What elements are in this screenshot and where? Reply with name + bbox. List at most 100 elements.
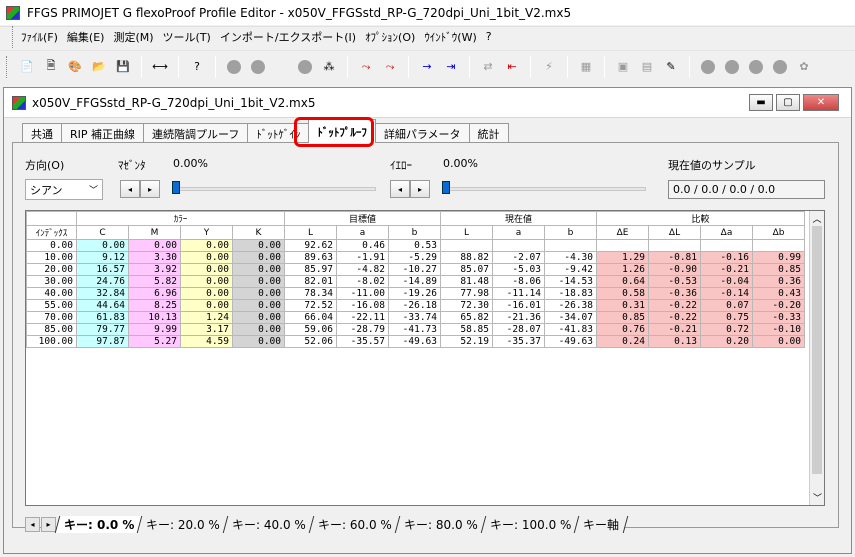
table-cell[interactable]: 6.96 — [128, 287, 181, 300]
table-cell[interactable]: -16.08 — [336, 299, 389, 312]
magenta-spinner[interactable]: ◂ ▸ — [120, 180, 160, 198]
table-cell[interactable]: 0.07 — [700, 299, 753, 312]
table-cell[interactable]: 0.85 — [752, 263, 805, 276]
sheet-tab[interactable]: キー: 100.0 % — [480, 515, 581, 533]
table-cell[interactable]: 0.72 — [700, 323, 753, 336]
table-cell[interactable]: 0.20 — [700, 335, 753, 348]
yellow-slider[interactable] — [443, 187, 646, 191]
menu-item[interactable]: ｳｲﾝﾄﾞｳ(W) — [424, 29, 476, 45]
table-cell[interactable]: 0.00 — [180, 299, 233, 312]
table-cell[interactable]: 89.63 — [284, 251, 337, 264]
table-cell[interactable] — [752, 239, 805, 252]
table-cell[interactable]: 0.00 — [232, 323, 285, 336]
table-cell[interactable]: -14.89 — [388, 275, 441, 288]
table-cell[interactable]: 0.53 — [388, 239, 441, 252]
table-cell[interactable]: 0.00 — [232, 311, 285, 324]
table-cell[interactable]: 0.00 — [232, 251, 285, 264]
menu-item[interactable]: 測定(M) — [113, 29, 153, 45]
new-profile-icon[interactable]: 🗎 — [42, 58, 60, 76]
sheet-tab[interactable]: キー: 40.0 % — [222, 515, 316, 533]
table-cell[interactable]: 52.06 — [284, 335, 337, 348]
magenta-slider[interactable] — [173, 187, 376, 191]
sheet-tab[interactable]: キー: 0.0 % — [54, 515, 144, 533]
import-icon[interactable]: → — [418, 58, 436, 76]
table-cell[interactable]: 0.43 — [752, 287, 805, 300]
menu-item[interactable]: ﾌｧｲﾙ(F) — [21, 29, 58, 45]
table-cell[interactable]: 0.00 — [232, 299, 285, 312]
table-cell[interactable]: 0.85 — [596, 311, 649, 324]
dot-icon[interactable] — [699, 58, 717, 76]
row-index-cell[interactable]: 85.00 — [26, 323, 77, 336]
table-cell[interactable]: -49.63 — [544, 335, 597, 348]
table-cell[interactable]: 0.00 — [180, 263, 233, 276]
table-cell[interactable] — [544, 239, 597, 252]
table-cell[interactable]: -19.26 — [388, 287, 441, 300]
table-cell[interactable] — [596, 239, 649, 252]
grid-icon[interactable]: ▦ — [577, 58, 595, 76]
table-cell[interactable]: -16.01 — [492, 299, 545, 312]
table-cell[interactable]: -0.21 — [700, 263, 753, 276]
table-cell[interactable]: 0.13 — [648, 335, 701, 348]
table-cell[interactable]: 0.76 — [596, 323, 649, 336]
table-cell[interactable]: -26.18 — [388, 299, 441, 312]
table-cell[interactable]: 9.99 — [128, 323, 181, 336]
vertical-scrollbar[interactable]: ︿ ﹀ — [809, 211, 824, 505]
table-cell[interactable]: -0.21 — [648, 323, 701, 336]
scroll-down-icon[interactable]: ﹀ — [810, 490, 824, 505]
column-header[interactable]: M — [128, 225, 181, 240]
table-cell[interactable] — [648, 239, 701, 252]
table-cell[interactable]: -18.83 — [544, 287, 597, 300]
table-cell[interactable]: 0.00 — [180, 287, 233, 300]
table-cell[interactable]: 44.64 — [76, 299, 129, 312]
swap-icon[interactable]: ⇄ — [479, 58, 497, 76]
table-cell[interactable]: -41.73 — [388, 323, 441, 336]
edit-icon[interactable]: ✎ — [662, 58, 680, 76]
table-cell[interactable]: 5.82 — [128, 275, 181, 288]
table-cell[interactable]: -0.33 — [752, 311, 805, 324]
column-header[interactable]: ΔL — [648, 225, 701, 240]
tab-5[interactable]: 詳細パラメータ — [374, 123, 470, 143]
table-cell[interactable]: -28.79 — [336, 323, 389, 336]
table-cell[interactable]: 0.00 — [232, 239, 285, 252]
sheet-next-icon[interactable]: ▸ — [41, 516, 56, 532]
save-icon[interactable]: 💾 — [114, 58, 132, 76]
table-cell[interactable]: -0.20 — [752, 299, 805, 312]
table-cell[interactable]: 79.77 — [76, 323, 129, 336]
minimize-button[interactable]: ▬ — [749, 94, 773, 111]
table-cell[interactable]: 1.24 — [180, 311, 233, 324]
export-icon[interactable]: ⇥ — [442, 58, 460, 76]
row-index-cell[interactable]: 40.00 — [26, 287, 77, 300]
column-header[interactable]: ｲﾝﾃﾞｯｸｽ — [26, 225, 77, 240]
row-index-cell[interactable]: 100.00 — [26, 335, 77, 348]
data-grid[interactable]: ｶﾗｰ 目標値 現在値 比較 ｲﾝﾃﾞｯｸｽ C M Y K La b La b ΔE ΔL Δa Δb 0.00… — [25, 210, 825, 506]
table-cell[interactable]: -0.22 — [648, 311, 701, 324]
column-header[interactable]: L — [284, 225, 337, 240]
column-header[interactable]: b — [388, 225, 441, 240]
table-cell[interactable]: 0.75 — [700, 311, 753, 324]
table-cell[interactable]: 0.00 — [128, 239, 181, 252]
table-cell[interactable]: 85.97 — [284, 263, 337, 276]
sheet-tab[interactable]: キー: 20.0 % — [137, 515, 230, 533]
table-cell[interactable]: 24.76 — [76, 275, 129, 288]
table-cell[interactable]: -0.16 — [700, 251, 753, 264]
table-cell[interactable]: 3.92 — [128, 263, 181, 276]
table-cell[interactable]: 72.52 — [284, 299, 337, 312]
row-index-cell[interactable]: 30.00 — [26, 275, 77, 288]
table-cell[interactable] — [492, 239, 545, 252]
table-cell[interactable]: -28.07 — [492, 323, 545, 336]
row-index-cell[interactable]: 10.00 — [26, 251, 77, 264]
right-arrow-icon[interactable]: ▸ — [410, 180, 430, 198]
table-cell[interactable]: 5.27 — [128, 335, 181, 348]
table-cell[interactable] — [700, 239, 753, 252]
table-cell[interactable]: -35.37 — [492, 335, 545, 348]
menu-item[interactable]: インポート/エクスポート(I) — [220, 29, 356, 45]
table-cell[interactable]: 58.85 — [440, 323, 493, 336]
table-cell[interactable]: -0.53 — [648, 275, 701, 288]
row-index-cell[interactable]: 20.00 — [26, 263, 77, 276]
back-icon[interactable]: ⇤ — [503, 58, 521, 76]
table-cell[interactable]: -5.03 — [492, 263, 545, 276]
table-cell[interactable]: -8.06 — [492, 275, 545, 288]
table-cell[interactable]: -49.63 — [388, 335, 441, 348]
row-index-cell[interactable]: 55.00 — [26, 299, 77, 312]
table-cell[interactable]: -10.27 — [388, 263, 441, 276]
